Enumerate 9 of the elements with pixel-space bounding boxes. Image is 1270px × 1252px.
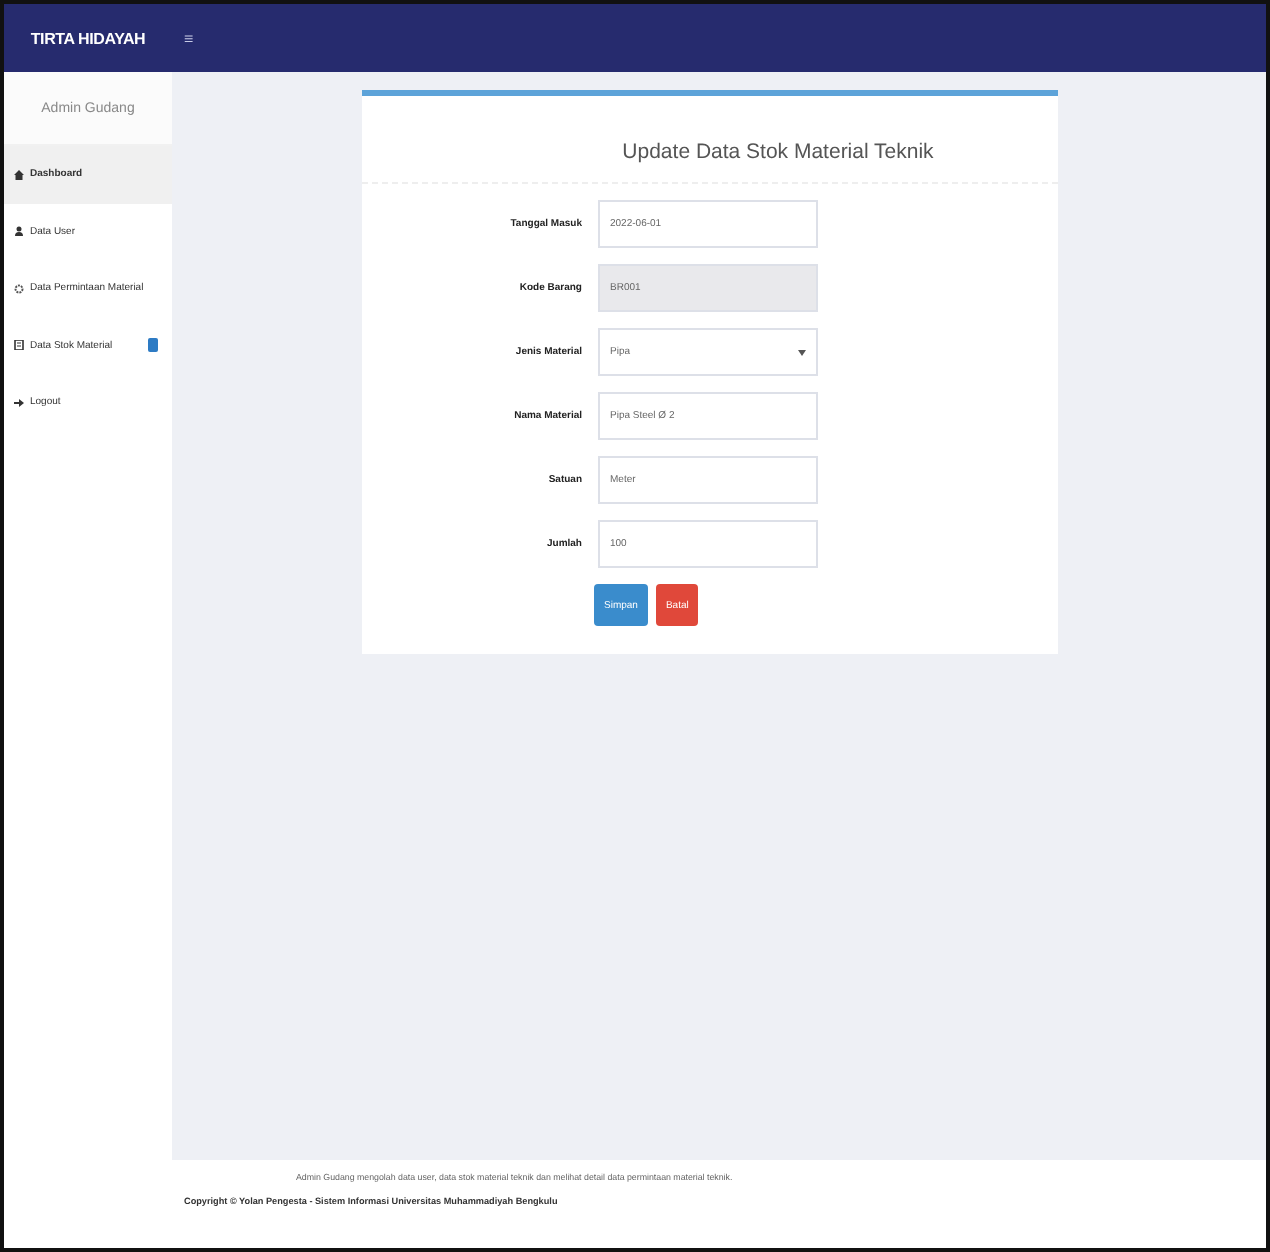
gear-icon <box>14 283 24 294</box>
brand-title: TIRTA HIDAYAH <box>28 29 148 47</box>
logout-icon <box>14 397 24 408</box>
home-icon <box>14 169 24 180</box>
user-icon <box>14 226 24 237</box>
menu-toggle-button[interactable]: ≡ <box>184 29 194 47</box>
form-title: Update Data Stok Material Teknik <box>362 96 1058 184</box>
caret-icon <box>798 349 806 355</box>
box-icon <box>14 340 24 351</box>
